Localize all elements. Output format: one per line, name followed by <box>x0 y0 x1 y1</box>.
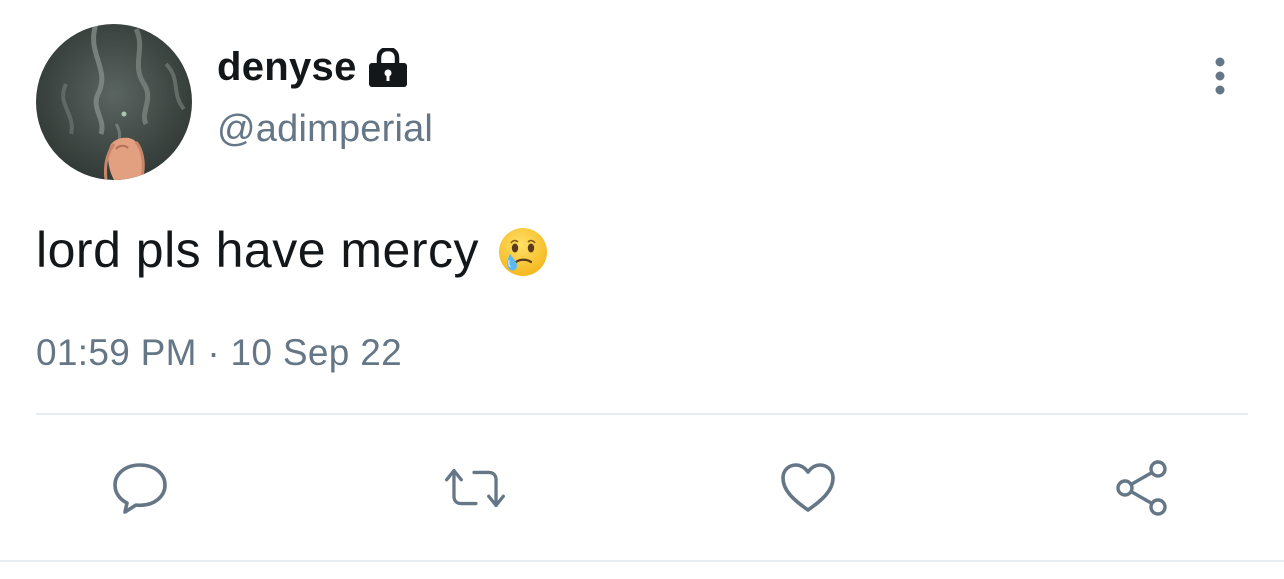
user-handle[interactable]: @adimperial <box>217 108 433 151</box>
lock-icon <box>367 48 409 88</box>
tweet-text: lord pls have mercy <box>36 218 549 282</box>
reply-button[interactable] <box>108 456 172 520</box>
display-name[interactable]: denyse <box>217 45 357 90</box>
heart-icon <box>781 463 835 512</box>
tweet-card: denyse @adimperial lord pls have mercy 0… <box>0 0 1284 579</box>
more-vertical-icon <box>1215 57 1225 95</box>
share-button[interactable] <box>1110 456 1174 520</box>
face-holding-back-tears-icon <box>497 226 549 278</box>
tweet-timestamp[interactable]: 01:59 PM · 10 Sep 22 <box>36 332 402 374</box>
retweet-icon <box>445 468 505 508</box>
reply-icon <box>113 463 167 514</box>
avatar[interactable] <box>36 24 192 180</box>
retweet-button[interactable] <box>443 456 507 520</box>
bottom-divider <box>0 560 1284 562</box>
like-button[interactable] <box>776 456 840 520</box>
share-icon <box>1116 460 1167 516</box>
tweet-text-content: lord pls have mercy <box>36 222 479 278</box>
user-name-row: denyse <box>217 40 409 94</box>
more-options-button[interactable] <box>1196 50 1244 102</box>
divider <box>36 413 1248 415</box>
